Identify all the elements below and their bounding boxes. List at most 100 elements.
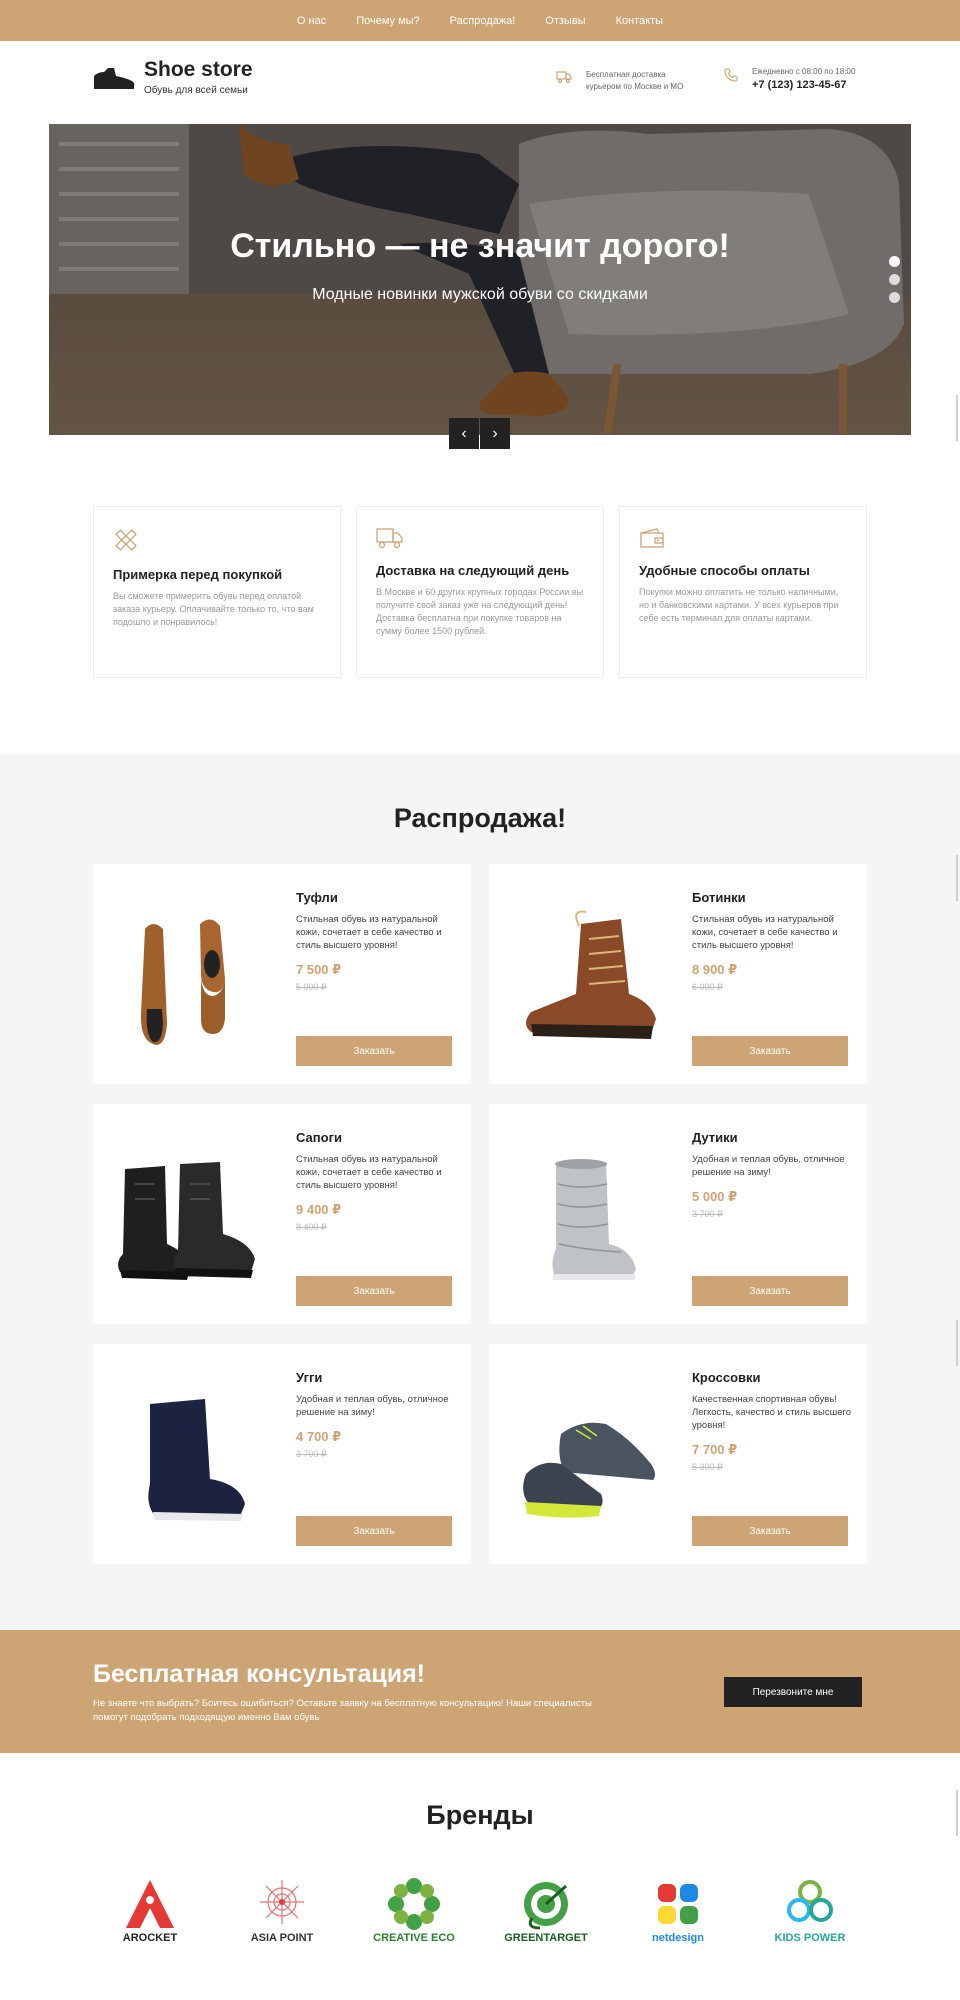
top-nav: О нас Почему мы? Распродажа! Отзывы Конт… [0, 0, 960, 41]
slider-dot-2[interactable] [889, 274, 900, 285]
product-name[interactable]: Кроссовки [692, 1370, 852, 1385]
brand-arocket[interactable]: AROCKET [100, 1878, 200, 1958]
navy-ugg-boot-image [148, 1399, 245, 1521]
product-description: Стильная обувь из натуральной кожи, соче… [296, 1154, 442, 1191]
product-info: Сапоги Стильная обувь из натуральной кож… [296, 1130, 456, 1233]
product-name[interactable]: Туфли [296, 890, 456, 905]
phone-number[interactable]: +7 (123) 123-45-67 [752, 79, 855, 91]
kids-power-logo-icon [787, 1880, 833, 1922]
black-boots-image [118, 1162, 255, 1280]
asia-point-logo-icon [260, 1880, 304, 1924]
nav-item-reviews[interactable]: Отзывы [545, 15, 585, 27]
brand-name: ASIA POINT [250, 1932, 314, 1944]
product-info: Дутики Удобная и теплая обувь, отличное … [692, 1130, 852, 1220]
creative-eco-logo-icon [388, 1878, 440, 1930]
product-card-boots: Ботинки Стильная обувь из натуральной ко… [489, 864, 867, 1084]
truck-icon [376, 528, 403, 549]
brand-creative-eco[interactable]: CREATIVE ECO [364, 1878, 464, 1958]
nav-item-why-us[interactable]: Почему мы? [356, 15, 419, 27]
sale-title: Распродажа! [393, 803, 567, 833]
product-name[interactable]: Дутики [692, 1130, 852, 1145]
truck-icon [556, 71, 572, 83]
product-description: Стильная обувь из натуральной кожи, соче… [692, 914, 838, 951]
product-old-price: 5 300 ₽ [692, 1462, 723, 1472]
callback-button[interactable]: Перезвоните мне [724, 1677, 862, 1707]
slider-dot-1[interactable] [889, 256, 900, 267]
nav-item-contacts[interactable]: Контакты [616, 15, 664, 27]
brand-greentarget[interactable]: GREENTARGET [496, 1878, 596, 1958]
product-card-sneakers: Кроссовки Качественная спортивная обувь!… [489, 1344, 867, 1564]
slider-dot-3[interactable] [889, 292, 900, 303]
wallet-icon [640, 528, 664, 548]
product-price: 8 900 ₽ [692, 962, 738, 977]
product-description: Удобная и теплая обувь, отличное решение… [296, 1394, 449, 1418]
feature-title: Удобные способы оплаты [639, 563, 810, 578]
feature-text: В Москве и 60 других крупных городах Рос… [376, 587, 583, 636]
order-button[interactable]: Заказать [692, 1036, 848, 1066]
product-price: 5 000 ₽ [692, 1189, 738, 1204]
product-old-price: 5 000 ₽ [296, 982, 327, 992]
brand-name: KIDS POWER [774, 1932, 846, 1944]
brand-kids-power[interactable]: KIDS POWER [760, 1878, 860, 1958]
brands-title: Бренды [426, 1800, 534, 1830]
product-description: Качественная спортивная обувь! Легкость,… [692, 1394, 852, 1431]
product-name[interactable]: Угги [296, 1370, 456, 1385]
product-info: Угги Удобная и теплая обувь, отличное ре… [296, 1370, 456, 1460]
hero-slider: Стильно — не значит дорого! Модные новин… [49, 124, 911, 435]
ruler-pencil-icon [115, 529, 137, 551]
product-old-price: 8 400 ₽ [296, 1222, 327, 1232]
slider-arrows: ‹ › [449, 418, 510, 449]
product-card-moon-boots: Дутики Удобная и теплая обувь, отличное … [489, 1104, 867, 1324]
site-header: Shoe store Обувь для всей семьи Бесплатн… [0, 41, 960, 124]
hero-subtitle: Модные новинки мужской обуви со скидками [312, 286, 648, 303]
scroll-indicator [956, 395, 958, 441]
feature-text: Покупки можно оплатить не только наличны… [639, 587, 839, 623]
brand-name: CREATIVE ECO [373, 1932, 455, 1944]
feature-card: Доставка на следующий день В Москве и 60… [356, 506, 604, 678]
shoe-logo-icon [94, 67, 135, 89]
feature-title: Примерка перед покупкой [113, 567, 283, 582]
delivery-info: Бесплатная доставка курьером по Москве и… [556, 69, 683, 93]
contact-info: Ежедневно с 08:00 по 18:00 +7 (123) 123-… [724, 66, 855, 91]
product-old-price: 3 700 ₽ [692, 1209, 723, 1219]
hero-title: Стильно — не значит дорого! [230, 227, 730, 265]
nav-item-sale[interactable]: Распродажа! [450, 15, 516, 27]
consultation-title: Бесплатная консультация! [93, 1660, 425, 1688]
product-price: 7 700 ₽ [692, 1442, 738, 1457]
working-hours: Ежедневно с 08:00 по 18:00 [752, 67, 856, 76]
slider-next-button[interactable]: › [480, 418, 510, 449]
order-button[interactable]: Заказать [296, 1036, 452, 1066]
consultation-text: Не знаете что выбрать? Боитесь ошибиться… [93, 1698, 592, 1723]
order-button[interactable]: Заказать [692, 1516, 848, 1546]
grey-sneakers-image [523, 1422, 655, 1518]
product-name[interactable]: Сапоги [296, 1130, 456, 1145]
logo-subtitle: Обувь для всей семьи [144, 85, 248, 96]
order-button[interactable]: Заказать [296, 1516, 452, 1546]
nav-item-about[interactable]: О нас [297, 15, 326, 27]
product-info: Кроссовки Качественная спортивная обувь!… [692, 1370, 852, 1473]
delivery-line1: Бесплатная доставка [586, 70, 666, 79]
product-info: Ботинки Стильная обувь из натуральной ко… [692, 890, 852, 993]
brand-netdesign[interactable]: netdesign [628, 1878, 728, 1958]
logo[interactable]: Shoe store Обувь для всей семьи [92, 59, 253, 96]
features-section: Примерка перед покупкой Вы сможете приме… [93, 506, 867, 678]
logo-title: Shoe store [144, 58, 253, 81]
brand-name: AROCKET [122, 1932, 178, 1944]
netdesign-logo-icon [658, 1884, 698, 1924]
slider-prev-button[interactable]: ‹ [449, 418, 479, 449]
order-button[interactable]: Заказать [692, 1276, 848, 1306]
rocket-logo-icon [126, 1880, 174, 1928]
sale-section: Распродажа! Туфли Стильная обувь из нату… [0, 754, 960, 1630]
order-button[interactable]: Заказать [296, 1276, 452, 1306]
feature-card: Примерка перед покупкой Вы сможете приме… [93, 506, 341, 678]
feature-card: Удобные способы оплаты Покупки можно опл… [619, 506, 867, 678]
feature-title: Доставка на следующий день [376, 563, 570, 578]
product-card-uggs: Угги Удобная и теплая обувь, отличное ре… [93, 1344, 471, 1564]
delivery-line2: курьером по Москве и МО [586, 82, 684, 91]
brand-asia-point[interactable]: ASIA POINT [232, 1878, 332, 1958]
brand-name: GREENTARGET [504, 1932, 588, 1944]
brand-name: netdesign [652, 1932, 704, 1944]
product-name[interactable]: Ботинки [692, 890, 852, 905]
scroll-indicator [956, 1790, 958, 1836]
green-target-logo-icon [524, 1882, 568, 1930]
